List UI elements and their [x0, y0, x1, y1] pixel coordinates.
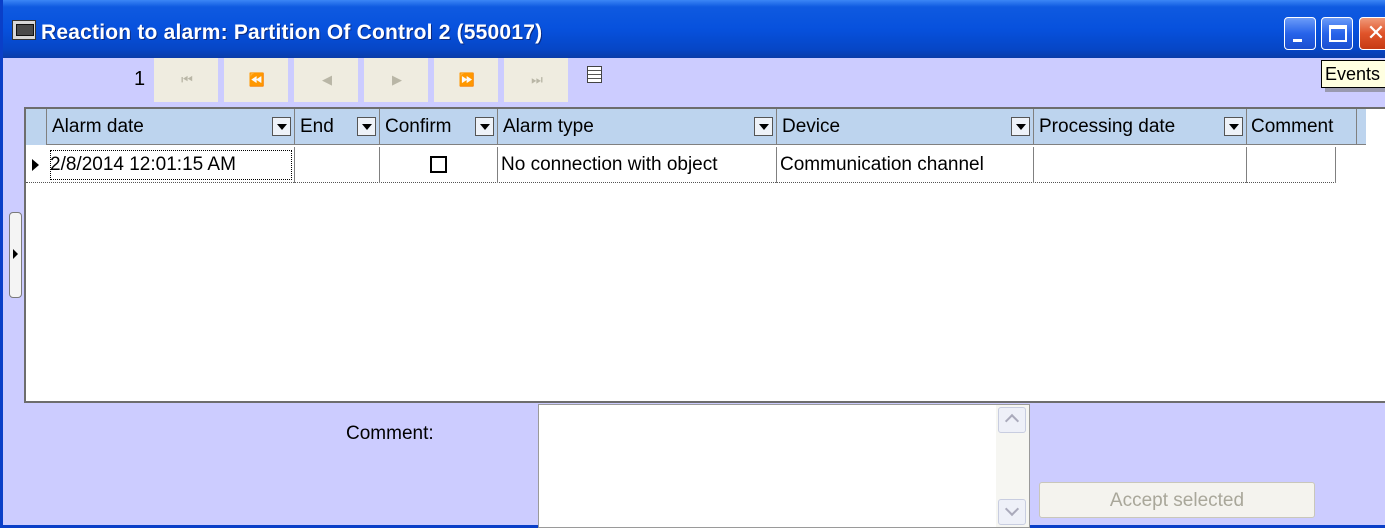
cell-processing-date[interactable]: [1034, 147, 1247, 183]
next-record-icon: ▶: [392, 72, 402, 87]
column-header-alarm-type[interactable]: Alarm type: [498, 109, 777, 145]
prev-record-button[interactable]: ◀: [294, 58, 361, 102]
filter-dropdown-icon[interactable]: [1224, 117, 1243, 136]
prev-record-icon: ◀: [322, 72, 332, 87]
filter-dropdown-icon[interactable]: [272, 117, 291, 136]
prev-page-icon: ⏪: [248, 72, 265, 87]
column-header-confirm[interactable]: Confirm: [380, 109, 498, 145]
last-page-icon: ⏭: [531, 72, 543, 87]
column-header-label: Comment: [1251, 116, 1334, 137]
next-page-icon: ⏩: [458, 72, 475, 87]
column-header-label: Alarm date: [52, 116, 144, 137]
grid-header: Alarm date End Confirm Alarm type Device…: [26, 109, 1366, 145]
close-button[interactable]: ✕: [1359, 17, 1385, 50]
scroll-down-icon[interactable]: [998, 499, 1026, 525]
grid-settings-icon[interactable]: [587, 66, 602, 83]
app-monitor-icon: [12, 20, 36, 40]
minimize-icon: [1293, 39, 1302, 42]
last-page-button[interactable]: ⏭: [504, 58, 571, 102]
header-indicator: [26, 109, 47, 145]
tooltip-shadow: [1325, 88, 1385, 92]
next-page-button[interactable]: ⏩: [434, 58, 501, 102]
column-header-alarm-date[interactable]: Alarm date: [47, 109, 295, 145]
column-header-label: Device: [782, 116, 841, 137]
column-header-label: Alarm type: [503, 116, 594, 137]
cell-device[interactable]: Communication channel: [777, 147, 1034, 183]
alarms-grid: Alarm date End Confirm Alarm type Device…: [24, 107, 1385, 403]
reaction-to-alarm-window: Reaction to alarm: Partition Of Control …: [0, 0, 1385, 528]
cell-alarm-type[interactable]: No connection with object: [498, 147, 777, 183]
column-header-label: Confirm: [385, 116, 452, 137]
filter-dropdown-icon[interactable]: [1011, 117, 1030, 136]
column-header-device[interactable]: Device: [777, 109, 1034, 145]
cell-confirm[interactable]: [380, 147, 498, 183]
cell-alarm-date[interactable]: 2/8/2014 12:01:15 AM: [47, 147, 295, 183]
cell-comment[interactable]: [1247, 147, 1336, 183]
events-tooltip: Events: [1321, 60, 1385, 88]
comment-label: Comment:: [346, 423, 434, 444]
column-header-label: Processing date: [1039, 116, 1176, 137]
comment-scrollbar[interactable]: [996, 405, 1029, 527]
column-header-label: End: [300, 116, 334, 137]
prev-page-button[interactable]: ⏪: [224, 58, 291, 102]
confirm-checkbox[interactable]: [429, 156, 447, 173]
window-title: Reaction to alarm: Partition Of Control …: [41, 21, 543, 44]
page-number: 1: [134, 68, 146, 90]
filter-dropdown-icon[interactable]: [754, 117, 773, 136]
cell-end[interactable]: [295, 147, 380, 183]
side-panel-toggle[interactable]: [9, 212, 22, 298]
filter-dropdown-icon[interactable]: [357, 117, 376, 136]
comment-textarea-container: [538, 404, 1030, 528]
next-record-button[interactable]: ▶: [364, 58, 431, 102]
title-bar[interactable]: Reaction to alarm: Partition Of Control …: [3, 0, 1385, 58]
filter-dropdown-icon[interactable]: [475, 117, 494, 136]
accept-selected-button[interactable]: Accept selected: [1039, 482, 1315, 518]
comment-textarea[interactable]: [539, 405, 995, 527]
minimize-button[interactable]: [1284, 17, 1316, 50]
column-header-end[interactable]: End: [295, 109, 380, 145]
scroll-up-icon[interactable]: [998, 407, 1026, 433]
first-page-button[interactable]: ⏮: [154, 58, 221, 102]
table-row[interactable]: 2/8/2014 12:01:15 AM No connection with …: [26, 147, 1336, 183]
current-row-indicator-icon: [26, 147, 47, 183]
column-header-processing-date[interactable]: Processing date: [1034, 109, 1247, 145]
first-page-icon: ⏮: [181, 72, 193, 87]
maximize-button[interactable]: [1321, 17, 1353, 50]
maximize-icon: [1329, 25, 1347, 42]
column-header-comment[interactable]: Comment: [1247, 109, 1357, 145]
